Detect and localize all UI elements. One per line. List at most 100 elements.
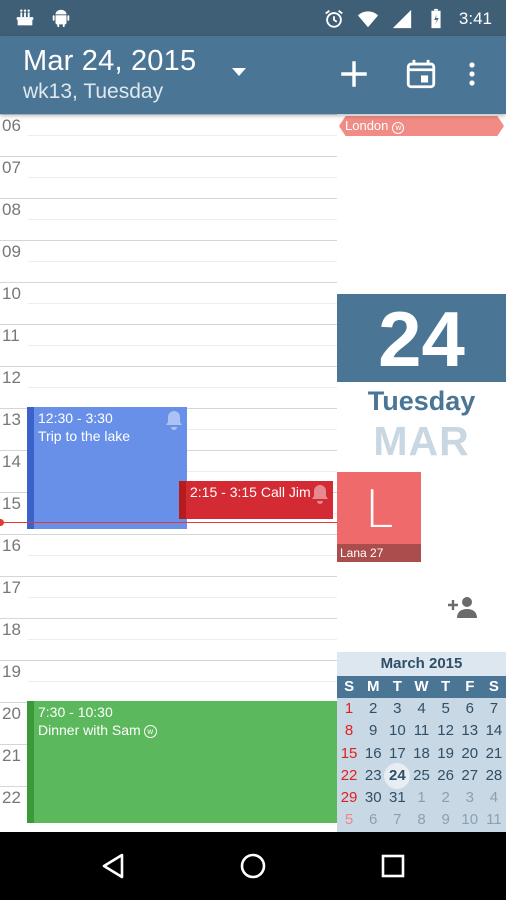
- mini-calendar-day[interactable]: 30: [361, 787, 385, 809]
- mini-calendar-day[interactable]: 5: [337, 809, 361, 831]
- mini-calendar-day[interactable]: 16: [361, 743, 385, 765]
- mini-calendar-day[interactable]: 17: [385, 743, 409, 765]
- event-block[interactable]: 7:30 - 10:30 Dinner with Sam w: [27, 701, 337, 823]
- hour-row[interactable]: 09: [0, 240, 337, 282]
- mini-calendar-day[interactable]: 13: [458, 720, 482, 742]
- day-timeline[interactable]: 06 07 08 09 10 11 12 13 14 15 16 17 18 19 20 21 22 12:30 …: [0, 114, 337, 832]
- mini-calendar-day[interactable]: 7: [482, 698, 506, 720]
- go-to-today-button[interactable]: [401, 54, 441, 94]
- mini-calendar-day[interactable]: 23: [361, 765, 385, 787]
- hour-divider: [0, 534, 337, 535]
- mini-calendar-day[interactable]: 9: [361, 720, 385, 742]
- event-title: Dinner with Sam: [38, 722, 141, 738]
- week-day-subtitle[interactable]: wk13, Tuesday: [23, 80, 163, 104]
- mini-calendar-day[interactable]: 5: [434, 698, 458, 720]
- hour-row[interactable]: 12: [0, 366, 337, 408]
- event-time: 7:30 - 10:30: [38, 704, 113, 720]
- hour-row[interactable]: 08: [0, 198, 337, 240]
- status-right-icons: 3:41: [323, 8, 492, 30]
- current-date-title[interactable]: Mar 24, 2015: [23, 45, 196, 78]
- mini-calendar-day[interactable]: 1: [409, 787, 433, 809]
- mini-calendar-day[interactable]: 18: [409, 743, 433, 765]
- overflow-menu-button[interactable]: [452, 54, 492, 94]
- mini-calendar-day[interactable]: 4: [482, 787, 506, 809]
- hour-row[interactable]: 06: [0, 114, 337, 156]
- mini-calendar-day[interactable]: 2: [434, 787, 458, 809]
- mini-calendar-day[interactable]: 3: [385, 698, 409, 720]
- hour-divider: [0, 324, 337, 325]
- half-hour-divider: [28, 597, 337, 598]
- hour-row[interactable]: 11: [0, 324, 337, 366]
- half-hour-divider: [28, 345, 337, 346]
- nav-recents-button[interactable]: [371, 846, 415, 886]
- mini-calendar-day[interactable]: 10: [385, 720, 409, 742]
- hour-row[interactable]: 07: [0, 156, 337, 198]
- hour-divider: [0, 366, 337, 367]
- mini-calendar-day[interactable]: 31: [385, 787, 409, 809]
- mini-calendar-day[interactable]: 22: [337, 765, 361, 787]
- hour-label: 07: [2, 158, 21, 177]
- month-abbreviation: MAR: [373, 418, 470, 464]
- contact-birthday-card[interactable]: L Lana 27: [337, 472, 421, 562]
- mini-calendar-day[interactable]: 6: [458, 698, 482, 720]
- more-vert-icon: [469, 62, 475, 86]
- hour-row[interactable]: 16: [0, 534, 337, 576]
- status-left-icons: [14, 7, 72, 29]
- half-hour-divider: [28, 261, 337, 262]
- hour-row[interactable]: 10: [0, 282, 337, 324]
- mini-calendar-week: 8 9 10 11 12 13 14: [337, 720, 506, 742]
- add-contact-button[interactable]: [447, 594, 479, 620]
- mini-calendar-day[interactable]: 8: [337, 720, 361, 742]
- hour-row[interactable]: 19: [0, 660, 337, 702]
- hour-label: 06: [2, 116, 21, 135]
- view-dropdown-icon[interactable]: [232, 68, 246, 76]
- mini-calendar-day[interactable]: 7: [385, 809, 409, 831]
- weekday-label: S: [344, 678, 355, 695]
- event-block[interactable]: 12:30 - 3:30 Trip to the lake: [27, 407, 187, 529]
- hour-row[interactable]: 17: [0, 576, 337, 618]
- mini-calendar-day[interactable]: 12: [434, 720, 458, 742]
- mini-calendar-day[interactable]: 6: [361, 809, 385, 831]
- mini-calendar-day[interactable]: 15: [337, 743, 361, 765]
- event-title: Trip to the lake: [38, 428, 131, 444]
- hour-label: 12: [2, 368, 21, 387]
- mini-calendar-day[interactable]: 8: [409, 809, 433, 831]
- mini-calendar-day[interactable]: 14: [482, 720, 506, 742]
- mini-calendar-day[interactable]: 1: [337, 698, 361, 720]
- mini-calendar-day[interactable]: 11: [409, 720, 433, 742]
- event-block[interactable]: 2:15 - 3:15 Call Jim: [179, 480, 333, 519]
- mini-calendar-day[interactable]: 19: [434, 743, 458, 765]
- half-hour-divider: [28, 303, 337, 304]
- add-event-button[interactable]: [334, 54, 374, 94]
- mini-calendar-day[interactable]: 26: [434, 765, 458, 787]
- mini-calendar-day[interactable]: 20: [458, 743, 482, 765]
- wifi-icon: [357, 11, 378, 28]
- mini-calendar-day[interactable]: 9: [434, 809, 458, 831]
- hour-label: 22: [2, 788, 21, 807]
- hour-label: 10: [2, 284, 21, 303]
- mini-calendar-day[interactable]: 11: [482, 809, 506, 831]
- recents-square-icon: [381, 854, 405, 878]
- hour-divider: [0, 156, 337, 157]
- mini-calendar-day[interactable]: 28: [482, 765, 506, 787]
- half-hour-divider: [28, 639, 337, 640]
- hour-row[interactable]: 18: [0, 618, 337, 660]
- nav-home-button[interactable]: [231, 846, 275, 886]
- weekday-label: M: [366, 678, 380, 695]
- mini-calendar-day[interactable]: 24: [384, 763, 411, 790]
- allday-event-london[interactable]: London w: [339, 116, 504, 136]
- mini-calendar-day[interactable]: 29: [337, 787, 361, 809]
- w-badge-icon: w: [143, 725, 157, 738]
- mini-calendar-day[interactable]: 27: [458, 765, 482, 787]
- weekday-label: F: [465, 678, 475, 695]
- nav-back-button[interactable]: [91, 846, 135, 886]
- mini-calendar-day[interactable]: 2: [361, 698, 385, 720]
- hour-label: 20: [2, 704, 21, 723]
- mini-calendar-day[interactable]: 10: [458, 809, 482, 831]
- mini-calendar-day[interactable]: 4: [409, 698, 433, 720]
- cake-icon: [16, 9, 34, 26]
- mini-calendar-day[interactable]: 21: [482, 743, 506, 765]
- mini-calendar-day[interactable]: 3: [458, 787, 482, 809]
- mini-calendar-day[interactable]: 25: [409, 765, 433, 787]
- mini-calendar-title[interactable]: March 2015: [337, 652, 506, 676]
